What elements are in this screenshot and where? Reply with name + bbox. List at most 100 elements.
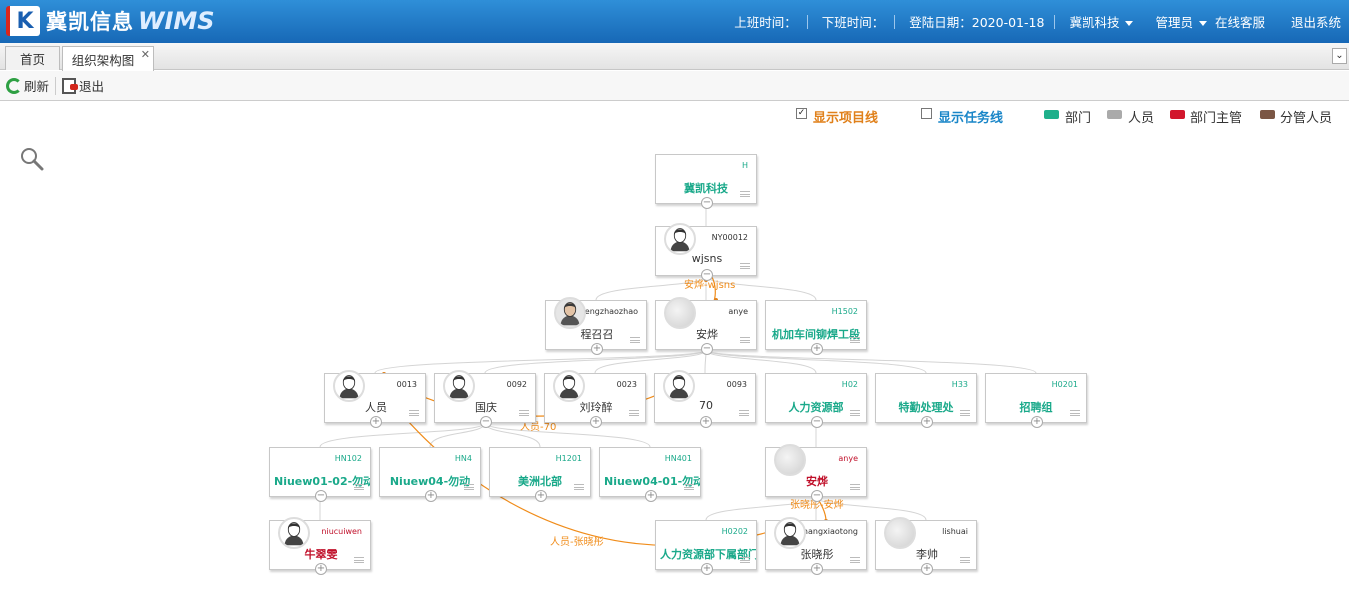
org-node[interactable]: 0092 国庆 − <box>434 370 536 428</box>
expand-icon[interactable]: + <box>811 343 823 355</box>
org-node[interactable]: anye 安烨 − <box>765 444 867 502</box>
menu-icon[interactable] <box>740 263 750 269</box>
menu-icon[interactable] <box>850 410 860 416</box>
menu-icon[interactable] <box>740 191 750 197</box>
exit-button[interactable]: 退出 <box>56 75 110 97</box>
user-avatar-icon <box>664 297 696 329</box>
expand-icon[interactable]: + <box>591 343 603 355</box>
logo-wims: WIMS <box>138 7 215 35</box>
org-node[interactable]: HN102 Niuew01-02-勿动 − <box>269 447 371 502</box>
collapse-icon[interactable]: − <box>811 416 823 428</box>
org-node[interactable]: 0013 人员 + <box>324 370 426 428</box>
collapse-icon[interactable]: − <box>701 343 713 355</box>
org-node[interactable]: HN401 Niuew04-01-勿动 + <box>599 447 701 502</box>
menu-icon[interactable] <box>960 557 970 563</box>
online-support-link[interactable]: 在线客服 <box>1215 12 1265 31</box>
expand-icon[interactable]: + <box>370 416 382 428</box>
org-node[interactable]: H1201 美洲北部 + <box>489 447 591 502</box>
org-node[interactable]: lishuai 李帅 + <box>875 517 977 575</box>
expand-icon[interactable]: + <box>1031 416 1043 428</box>
org-node[interactable]: H1502 机加车间铆焊工段 + <box>765 300 867 355</box>
collapse-icon[interactable]: − <box>480 416 492 428</box>
user-photo-avatar <box>554 297 586 329</box>
company-menu[interactable]: 冀凯科技 <box>1069 12 1134 31</box>
menu-icon[interactable] <box>574 484 584 490</box>
menu-icon[interactable] <box>464 484 474 490</box>
expand-icon[interactable]: + <box>701 563 713 575</box>
tab-label: 组织架构图 <box>71 52 135 68</box>
org-node[interactable]: H0201 招聘组 + <box>985 373 1087 428</box>
menu-icon[interactable] <box>739 410 749 416</box>
expand-icon[interactable]: + <box>645 490 657 502</box>
menu-icon[interactable] <box>684 484 694 490</box>
tab-org-chart[interactable]: 组织架构图 ✕ <box>62 46 154 71</box>
node-code: H33 <box>951 380 968 389</box>
menu-icon[interactable] <box>850 337 860 343</box>
menu-icon[interactable] <box>629 410 639 416</box>
show-project-line-checkbox[interactable]: ✓ <box>796 108 807 119</box>
expand-icon[interactable]: + <box>535 490 547 502</box>
user-menu[interactable]: 管理员 <box>1155 12 1207 31</box>
expand-icon[interactable]: + <box>425 490 437 502</box>
menu-icon[interactable] <box>740 337 750 343</box>
show-task-line-checkbox[interactable] <box>921 108 932 119</box>
collapse-icon[interactable]: − <box>701 197 713 209</box>
node-code: NY00012 <box>711 233 748 242</box>
org-node[interactable]: HN4 Niuew04-勿动 + <box>379 447 481 502</box>
work-end-time: 下班时间： <box>821 15 885 30</box>
expand-icon[interactable]: + <box>921 416 933 428</box>
menu-icon[interactable] <box>630 337 640 343</box>
node-code: H1201 <box>555 454 582 463</box>
menu-icon[interactable] <box>354 557 364 563</box>
menu-icon[interactable] <box>850 484 860 490</box>
user-avatar-icon <box>553 370 585 402</box>
org-node[interactable]: H33 特勤处理处 + <box>875 373 977 428</box>
node-code: HN401 <box>664 454 692 463</box>
org-node[interactable]: anye 安烨 − <box>655 297 757 355</box>
org-node[interactable]: 0093 70 + <box>654 370 756 428</box>
menu-icon[interactable] <box>1070 410 1080 416</box>
menu-icon[interactable] <box>740 557 750 563</box>
tab-home[interactable]: 首页 <box>5 46 60 70</box>
user-avatar-icon <box>663 370 695 402</box>
user-name: 管理员 <box>1155 15 1193 30</box>
collapse-icon[interactable]: − <box>701 269 713 281</box>
show-task-line-label[interactable]: 显示任务线 <box>938 107 1003 126</box>
org-node[interactable]: niucuiwen 牛翠雯 + <box>269 517 371 575</box>
node-code: H0202 <box>721 527 748 536</box>
org-node[interactable]: H02 人力资源部 − <box>765 373 867 428</box>
login-date: 登陆日期：2020-01-18 <box>909 15 1045 30</box>
node-code: 0023 <box>616 380 637 389</box>
org-node[interactable]: H 冀凯科技 − <box>655 154 757 209</box>
expand-icon[interactable]: + <box>590 416 602 428</box>
relation-line <box>383 373 694 417</box>
relation-label: 人员-张晓彤 <box>550 537 604 548</box>
org-node[interactable]: zhangxiaotong 张晓彤 + <box>765 517 867 575</box>
expand-icon[interactable]: + <box>700 416 712 428</box>
refresh-label: 刷新 <box>24 79 50 94</box>
close-icon[interactable]: ✕ <box>141 48 150 61</box>
user-avatar-icon <box>774 444 806 476</box>
collapse-icon[interactable]: − <box>315 490 327 502</box>
logout-link[interactable]: 退出系统 <box>1291 12 1341 31</box>
menu-icon[interactable] <box>960 410 970 416</box>
expand-icon[interactable]: + <box>921 563 933 575</box>
double-chevron-down-icon[interactable]: ⌄ <box>1332 48 1347 64</box>
menu-icon[interactable] <box>519 410 529 416</box>
menu-icon[interactable] <box>850 557 860 563</box>
refresh-icon <box>6 77 22 94</box>
expand-icon[interactable]: + <box>811 563 823 575</box>
collapse-icon[interactable]: − <box>811 490 823 502</box>
org-node[interactable]: NY00012 wjsns − <box>655 223 757 281</box>
expand-icon[interactable]: + <box>315 563 327 575</box>
org-node[interactable]: chengzhaozhao 程召召 + <box>545 297 647 355</box>
show-project-line-label[interactable]: 显示项目线 <box>813 107 878 126</box>
org-node[interactable]: 0023 刘玲醉 + <box>544 370 646 428</box>
exit-label: 退出 <box>79 79 105 94</box>
org-node[interactable]: H0202人力资源部下属部门...+ <box>655 520 757 575</box>
menu-icon[interactable] <box>354 484 364 490</box>
logo-text: 冀凯信息 <box>46 10 134 34</box>
refresh-button[interactable]: 刷新 <box>0 75 55 97</box>
user-avatar-icon <box>333 370 365 402</box>
menu-icon[interactable] <box>409 410 419 416</box>
